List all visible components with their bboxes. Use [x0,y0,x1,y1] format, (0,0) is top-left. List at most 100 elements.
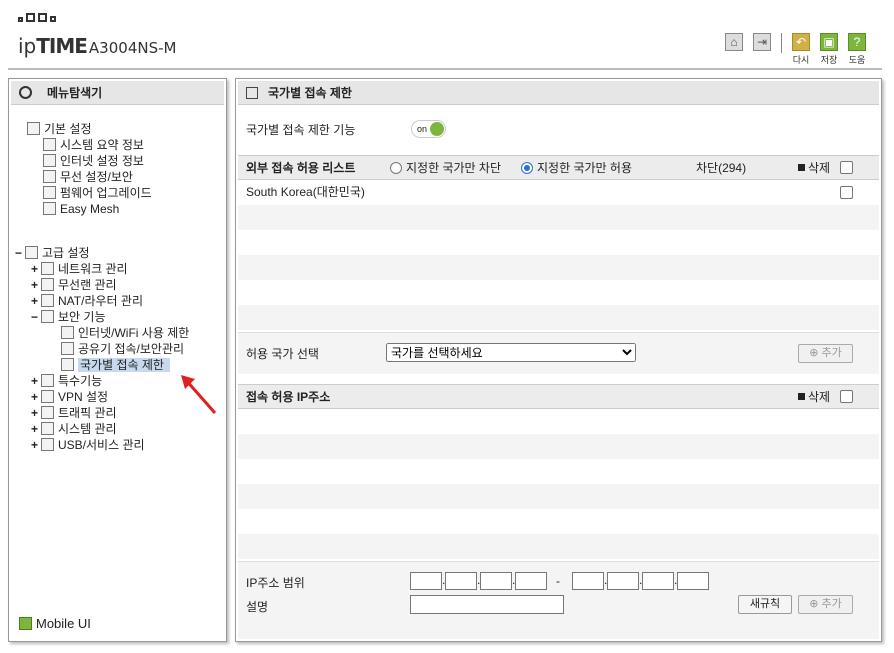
ip-start-octet-1[interactable] [410,572,442,590]
main-panel: 국가별 접속 제한 국가별 접속 제한 기능 on 외부 접속 허용 리스트 지… [235,78,882,642]
tree-basic-settings[interactable]: 기본 설정 [27,121,92,137]
empty-row [238,434,879,459]
ip-end-octet-3[interactable] [642,572,674,590]
save-label: 저장 [820,55,838,65]
radio-allow-option[interactable]: 지정한 국가만 허용 [521,156,632,180]
help-label: 도움 [848,55,866,65]
tree-security[interactable]: − 보안 기능 [31,309,106,325]
home-button[interactable]: ⌂ [723,33,745,66]
ip-select-all-checkbox[interactable] [840,390,853,403]
collapse-icon[interactable]: − [15,245,25,261]
description-label: 설명 [246,600,269,614]
empty-row [238,230,879,255]
ip-start-octet-3[interactable] [480,572,512,590]
expand-icon[interactable]: + [31,405,41,421]
tree-label: 트래픽 관리 [58,406,117,420]
folder-icon [25,246,38,259]
toggle-knob [430,122,444,136]
mobile-ui-link[interactable]: Mobile UI [19,616,91,631]
tree-traffic[interactable]: + 트래픽 관리 [31,405,117,421]
add-ip-button[interactable]: ⊕ 추가 [798,595,853,614]
ip-start-octet-4[interactable] [515,572,547,590]
tree-firmware-upgrade[interactable]: 펌웨어 업그레이드 [43,185,152,201]
radio-block-option[interactable]: 지정한 국가만 차단 [390,156,501,180]
ip-end-octet-2[interactable] [607,572,639,590]
logout-button[interactable]: ⇥ [751,33,773,66]
tree-vpn[interactable]: + VPN 설정 [31,389,108,405]
new-rule-label: 새규칙 [749,598,781,610]
brand-logo: ipTIME A3004NS-M [18,34,177,58]
ip-start-octet-2[interactable] [445,572,477,590]
mobile-ui-label: Mobile UI [36,616,91,631]
tree-system-mgmt[interactable]: + 시스템 관리 [31,421,117,437]
help-icon: ? [848,33,866,51]
block-count: 차단(294) [696,161,747,175]
sidebar: 메뉴탐색기 기본 설정 시스템 요약 정보 인터넷 설정 정보 무선 설정/보안… [8,78,227,642]
expand-icon[interactable]: + [31,421,41,437]
toolbar-divider [781,33,782,53]
tree-internet-info[interactable]: 인터넷 설정 정보 [43,153,144,169]
expand-icon[interactable]: + [31,437,41,453]
radio-button[interactable] [390,162,402,174]
save-button[interactable]: ▣ 저장 [818,33,840,66]
logo-mark [18,13,59,25]
empty-row [238,534,879,559]
main-title-bar: 국가별 접속 제한 [238,81,879,105]
select-all-checkbox[interactable] [840,161,853,174]
feature-toggle[interactable]: on [411,120,446,138]
undo-button[interactable]: ↶ 다시 [790,33,812,66]
tree-nat-router[interactable]: + NAT/라우터 관리 [31,293,143,309]
delete-icon [798,164,805,171]
vpn-icon [41,390,54,403]
network-icon [41,262,54,275]
expand-icon[interactable]: + [31,373,41,389]
ip-end-octet-4[interactable] [677,572,709,590]
tree-router-access[interactable]: 공유기 접속/보안관리 [61,341,184,357]
chart-icon [41,422,54,435]
expand-icon[interactable]: + [31,389,41,405]
app-header: ipTIME A3004NS-M ⌂ ⇥ ↶ 다시 ▣ 저장 ? 도움 [0,0,894,70]
tree-internet-wifi-limit[interactable]: 인터넷/WiFi 사용 제한 [61,325,189,341]
country-checkbox[interactable] [840,186,853,199]
add-country-button[interactable]: ⊕ 추가 [798,344,853,363]
home-icon: ⌂ [725,33,743,51]
empty-row [238,255,879,280]
tree-easy-mesh[interactable]: Easy Mesh [43,201,119,217]
tree-special-functions[interactable]: + 특수기능 [31,373,102,389]
radio-button-selected[interactable] [521,162,533,174]
sidebar-title: 메뉴탐색기 [11,81,224,105]
tree-advanced-settings[interactable]: − 고급 설정 [15,245,90,261]
monitor-icon [43,154,56,167]
empty-row [238,305,879,330]
tree-label: 고급 설정 [42,246,90,260]
ip-end-octet-1[interactable] [572,572,604,590]
tree-usb-service[interactable]: + USB/서비스 관리 [31,437,145,453]
tree-label: 인터넷/WiFi 사용 제한 [78,326,190,340]
header-toolbar: ⌂ ⇥ ↶ 다시 ▣ 저장 ? 도움 [723,33,868,66]
help-button[interactable]: ? 도움 [846,33,868,66]
folder-icon [41,374,54,387]
empty-row [238,205,879,230]
red-arrow-annotation [181,375,217,414]
window-icon [246,87,258,99]
country-select-row: 허용 국가 선택 국가를 선택하세요 ⊕ 추가 [238,332,879,374]
tree-network-mgmt[interactable]: + 네트워크 관리 [31,261,128,277]
tree-label: 시스템 요약 정보 [60,138,144,152]
expand-icon[interactable]: + [31,261,41,277]
tree-label: VPN 설정 [58,390,109,404]
ip-delete-header: 삭제 [798,385,830,409]
empty-row [238,509,879,534]
tree-wireless-mgmt[interactable]: + 무선랜 관리 [31,277,117,293]
page-title: 국가별 접속 제한 [268,86,352,100]
description-input[interactable] [410,595,564,614]
expand-icon[interactable]: + [31,277,41,293]
header-divider [8,68,882,70]
tree-label: 시스템 관리 [58,422,117,436]
new-rule-button[interactable]: 새규칙 [738,595,792,614]
tree-country-restrict[interactable]: 국가별 접속 제한 [61,357,170,373]
collapse-icon[interactable]: − [31,309,41,325]
expand-icon[interactable]: + [31,293,41,309]
tree-system-summary[interactable]: 시스템 요약 정보 [43,137,144,153]
tree-wireless-security[interactable]: 무선 설정/보안 [43,169,133,185]
country-select[interactable]: 국가를 선택하세요 [386,343,636,362]
